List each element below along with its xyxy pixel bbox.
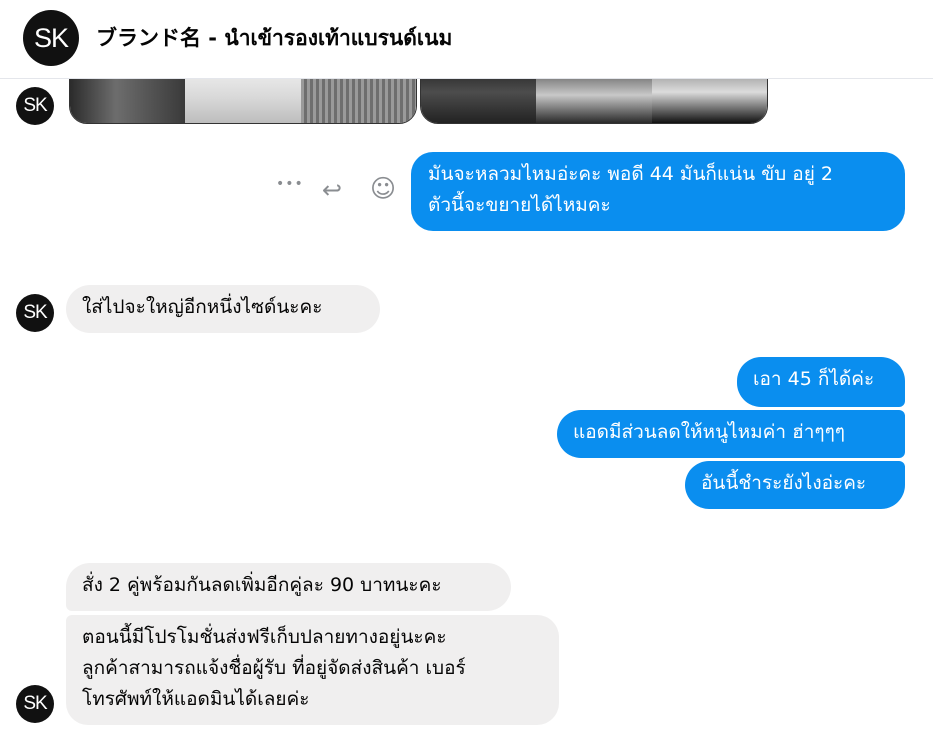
message-bubble-outgoing[interactable]: เอา 45 ก็ได้ค่ะ bbox=[737, 357, 905, 407]
message-line: เอา 45 ก็ได้ค่ะ bbox=[753, 368, 875, 390]
chat-title[interactable]: ブランド名 - นำเข้ารองเท้าแบรนด์เนม bbox=[96, 22, 452, 55]
message-line: โทรศัพท์ให้แอดมินได้เลยค่ะ bbox=[82, 688, 310, 710]
reply-arrow-icon[interactable]: ↩ bbox=[322, 176, 342, 204]
message-line: ตัวนี้จะขยายได้ไหมคะ bbox=[428, 194, 611, 216]
message-bubble-outgoing[interactable]: แอดมีส่วนลดให้หนูไหมค่า ฮ่าๆๆๆ bbox=[557, 410, 905, 458]
message-bubble-incoming[interactable]: สั่ง 2 คู่พร้อมกันลดเพิ่มอีกคู่ละ 90 บาท… bbox=[66, 563, 511, 611]
message-bubble-outgoing[interactable]: มันจะหลวมไหมอ่ะคะ พอดี 44 มันก็แน่น ขับ … bbox=[411, 152, 905, 231]
page-avatar[interactable]: SK bbox=[23, 10, 79, 66]
message-line: อันนี้ชำระยังไงอ่ะคะ bbox=[701, 472, 867, 494]
sender-avatar[interactable]: SK bbox=[16, 87, 54, 125]
message-bubble-outgoing[interactable]: อันนี้ชำระยังไงอ่ะคะ bbox=[685, 461, 905, 509]
smiley-icon[interactable]: ☺ bbox=[370, 174, 396, 203]
message-bubble-incoming[interactable]: ใส่ไปจะใหญ่อีกหนึ่งไซด์นะคะ bbox=[66, 285, 380, 333]
sender-avatar[interactable]: SK bbox=[16, 685, 54, 723]
message-line: สั่ง 2 คู่พร้อมกันลดเพิ่มอีกคู่ละ 90 บาท… bbox=[82, 574, 442, 596]
sender-avatar[interactable]: SK bbox=[16, 294, 54, 332]
message-line: แอดมีส่วนลดให้หนูไหมค่า ฮ่าๆๆๆ bbox=[573, 421, 845, 443]
chat-header: SK ブランド名 - นำเข้ารองเท้าแบรนด์เนม bbox=[0, 0, 933, 79]
message-line: มันจะหลวมไหมอ่ะคะ พอดี 44 มันก็แน่น ขับ … bbox=[428, 163, 833, 185]
message-line: ตอนนี้มีโปรโมชั่นส่งฟรีเก็บปลายทางอยู่นะ… bbox=[82, 626, 447, 648]
more-dots-icon[interactable]: ••• bbox=[276, 176, 304, 192]
message-line: ใส่ไปจะใหญ่อีกหนึ่งไซด์นะคะ bbox=[82, 296, 323, 318]
message-bubble-incoming[interactable]: ตอนนี้มีโปรโมชั่นส่งฟรีเก็บปลายทางอยู่นะ… bbox=[66, 615, 559, 725]
message-line: ลูกค้าสามารถแจ้งชื่อผู้รับ ที่อยู่จัดส่ง… bbox=[82, 657, 466, 679]
